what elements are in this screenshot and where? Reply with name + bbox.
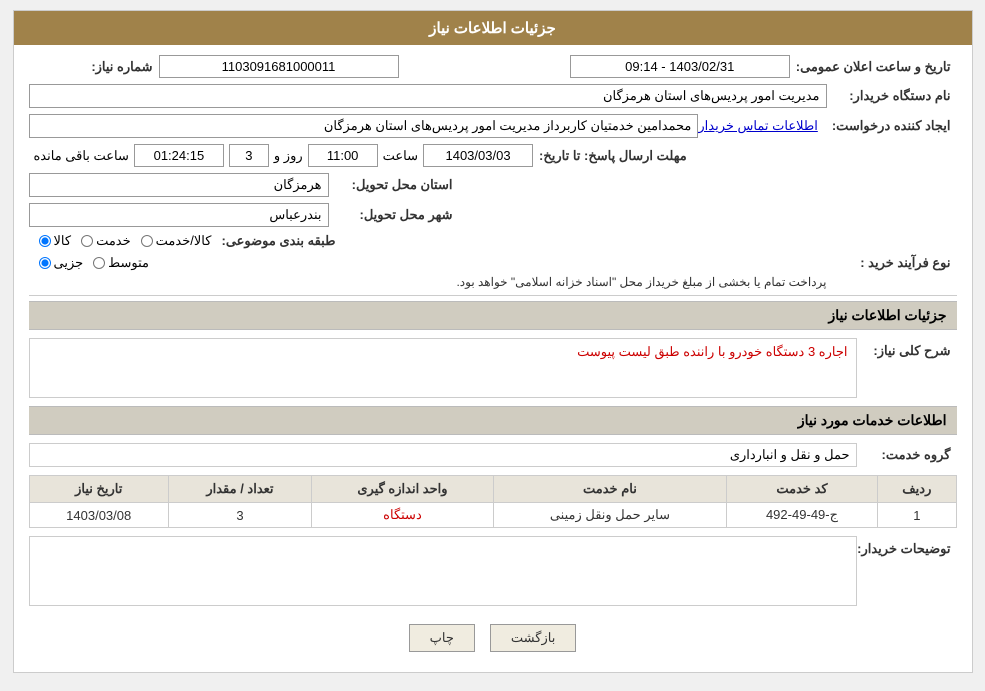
grohe-label: گروه خدمت:: [857, 447, 957, 463]
mohlat-countdown: 01:24:15: [134, 144, 224, 167]
noe-radio1-label: جزیی: [54, 255, 84, 271]
shahr-value: بندرعباس: [29, 203, 329, 227]
mohlat-date: 1403/03/03: [423, 144, 533, 167]
ijad-value: محمدامین خدمتیان کاربرداز مدیریت امور پر…: [29, 114, 699, 138]
tabghe-radio2[interactable]: [81, 235, 93, 247]
sharh-label: شرح کلی نیاز:: [857, 343, 957, 359]
col-header-code: کد خدمت: [726, 476, 877, 503]
tabghe-radio3[interactable]: [141, 235, 153, 247]
mohlat-label: مهلت ارسال پاسخ: تا تاریخ:: [533, 148, 693, 164]
col-header-unit: واحد اندازه گیری: [311, 476, 493, 503]
tarikh-label: تاریخ و ساعت اعلان عمومی:: [790, 59, 957, 75]
shahr-label: شهر محل تحویل:: [329, 207, 459, 223]
tabghe-radio2-label: خدمت: [96, 233, 131, 249]
print-button[interactable]: چاپ: [409, 624, 475, 652]
page-title: جزئیات اطلاعات نیاز: [14, 11, 972, 45]
khadamat-table: ردیف کد خدمت نام خدمت واحد اندازه گیری ت…: [29, 475, 957, 528]
sharh-section-header: جزئیات اطلاعات نیاز: [29, 301, 957, 330]
name-dastgah-label: نام دستگاه خریدار:: [827, 88, 957, 104]
khadamat-section-header: اطلاعات خدمات مورد نیاز: [29, 406, 957, 435]
noe-radio2[interactable]: [93, 257, 105, 269]
tabghe-radio1[interactable]: [39, 235, 51, 247]
tabghe-label: طبقه بندی موضوعی:: [211, 233, 341, 249]
col-header-radif: ردیف: [878, 476, 956, 503]
shomare-niaz-label: شماره نیاز:: [29, 59, 159, 75]
grohe-value: حمل و نقل و انبارداری: [29, 443, 857, 467]
mohlat-roz: 3: [229, 144, 269, 167]
ostan-value: هرمزگان: [29, 173, 329, 197]
back-button[interactable]: بازگشت: [490, 624, 576, 652]
mohlat-saat: 11:00: [308, 144, 378, 167]
noe-label: نوع فرآیند خرید :: [827, 255, 957, 271]
tabghe-radio1-label: کالا: [54, 233, 72, 249]
mohlat-mande-label: ساعت باقی مانده: [34, 148, 129, 164]
tarikh-value: 1403/02/31 - 09:14: [570, 55, 790, 78]
ijad-label: ایجاد کننده درخواست:: [826, 118, 957, 134]
table-row: 1ج-49-49-492سایر حمل ونقل زمینیدستگاه314…: [29, 503, 956, 528]
noe-radio-group: متوسط جزیی: [39, 255, 827, 271]
col-header-count: تعداد / مقدار: [168, 476, 311, 503]
col-header-date: تاریخ نیاز: [29, 476, 168, 503]
sharh-value: اجاره 3 دستگاه خودرو با راننده طبق لیست …: [29, 338, 857, 398]
tozihat-label: توضیحات خریدار:: [857, 541, 957, 557]
col-header-name: نام خدمت: [493, 476, 726, 503]
name-dastgah-value: مدیریت امور پردیس‌های استان هرمزگان: [29, 84, 827, 108]
buttons-row: بازگشت چاپ: [29, 614, 957, 662]
noe-radio2-label: متوسط: [108, 255, 149, 271]
noe-radio1[interactable]: [39, 257, 51, 269]
noe-text: پرداخت تمام یا بخشی از مبلغ خریداز محل "…: [29, 275, 827, 289]
sharh-content: اجاره 3 دستگاه خودرو با راننده طبق لیست …: [29, 338, 857, 398]
tabghe-radio3-label: کالا/خدمت: [156, 233, 212, 249]
mohlat-saat-label: ساعت: [383, 148, 418, 164]
ostan-label: استان محل تحویل:: [329, 177, 459, 193]
tabghe-radio-group: کالا/خدمت خدمت کالا: [39, 233, 212, 249]
tozihat-textarea[interactable]: [29, 536, 857, 606]
shomare-niaz-value: 1103091681000011: [159, 55, 399, 78]
ijad-link[interactable]: اطلاعات تماس خریدار: [698, 118, 817, 134]
mohlat-roz-label: روز و: [274, 148, 303, 164]
